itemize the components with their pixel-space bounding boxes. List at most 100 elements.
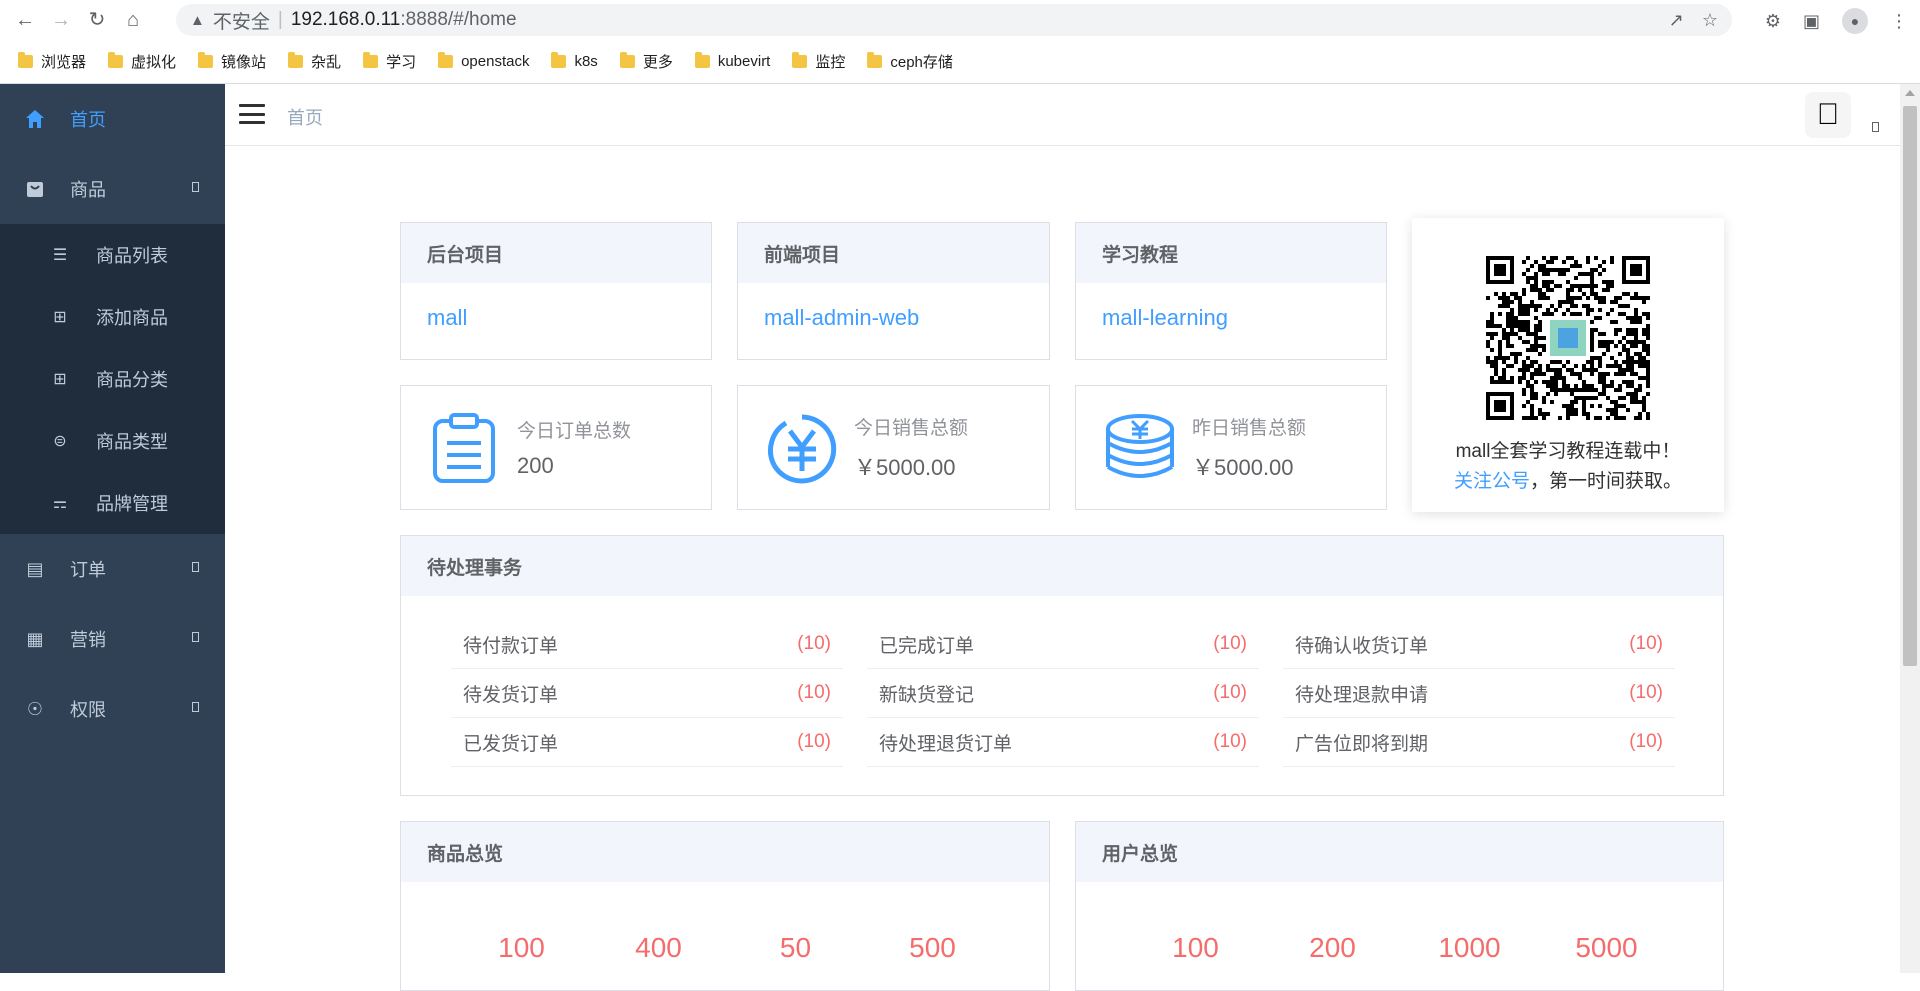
folder-icon xyxy=(198,52,214,68)
todo-count: (10) xyxy=(1629,633,1663,654)
overview-value: 5000 xyxy=(1575,932,1638,963)
project-link[interactable]: mall-learning xyxy=(1076,283,1386,331)
user-overview-card: 用户总览 100 200 1000 5000 xyxy=(1075,821,1724,991)
list-icon: ☰ xyxy=(52,247,68,264)
side-panel-icon[interactable]: ▣ xyxy=(1803,11,1820,32)
bookmark-item[interactable]: openstack xyxy=(438,52,529,70)
todo-item[interactable]: 待发货订单 (10) xyxy=(451,669,843,718)
warning-icon: ▲ xyxy=(190,11,205,29)
todo-label: 已完成订单 xyxy=(879,635,975,657)
qr-card: mall全套学习教程连载中！ 关注公号，第一时间获取。 xyxy=(1412,218,1724,512)
todo-label: 已发货订单 xyxy=(463,733,559,755)
follow-link[interactable]: 关注公号 xyxy=(1454,471,1530,492)
todo-list: 待付款订单 (10) 已完成订单 (10) 待确认收货订单 (10) 待发货订单 (10) 新缺… xyxy=(451,620,1675,767)
bookmark-item[interactable]: 杂乱 xyxy=(288,51,341,72)
apple-logo-icon[interactable]:  xyxy=(1805,92,1851,138)
back-icon[interactable]: ← xyxy=(14,9,36,31)
todo-item[interactable]: 待付款订单 (10) xyxy=(451,620,843,669)
bookmark-item[interactable]: 镜像站 xyxy=(198,51,266,72)
bookmark-icon: ▦ xyxy=(26,628,44,649)
insecure-label: 不安全 xyxy=(212,11,270,33)
todo-item[interactable]: 待处理退货订单 (10) xyxy=(867,718,1259,767)
sidebar-item-add-product[interactable]: ⊞ 添加商品 xyxy=(0,286,225,348)
sidebar-item-permission[interactable]: ☉ 权限 xyxy=(0,674,225,744)
hamburger-icon[interactable] xyxy=(239,104,265,124)
yuan-icon xyxy=(766,413,837,483)
todo-count: (10) xyxy=(1213,731,1247,752)
sidebar-item-product-type[interactable]: ⊜ 商品类型 xyxy=(0,410,225,472)
folder-icon xyxy=(619,52,635,68)
profile-icon[interactable]: ● xyxy=(1842,8,1868,34)
todo-item[interactable]: 已发货订单 (10) xyxy=(451,718,843,767)
chevron-icon xyxy=(192,702,199,712)
forward-icon[interactable]: → xyxy=(50,9,72,31)
sidebar-item-order[interactable]: ▤ 订单 xyxy=(0,534,225,604)
project-link[interactable]: mall xyxy=(401,283,711,331)
sidebar-item-label: 首页 xyxy=(70,110,106,130)
qr-subcaption: 关注公号，第一时间获取。 xyxy=(1412,466,1724,493)
sidebar-item-brand[interactable]: ⚎ 品牌管理 xyxy=(0,472,225,534)
stat-card-orders-today: 今日订单总数 200 xyxy=(400,385,712,510)
todo-count: (10) xyxy=(1213,682,1247,703)
reload-icon[interactable]: ↻ xyxy=(86,9,108,31)
bookmark-label: 监控 xyxy=(815,54,846,71)
bookmark-item[interactable]: 学习 xyxy=(363,51,416,72)
stat-card-sales-yesterday: 昨日销售总额 ￥5000.00 xyxy=(1075,385,1387,510)
sidebar-item-product-category[interactable]: ⊞ 商品分类 xyxy=(0,348,225,410)
overview-value: 100 xyxy=(1172,932,1219,963)
todo-item[interactable]: 已完成订单 (10) xyxy=(867,620,1259,669)
bookmark-item[interactable]: 监控 xyxy=(792,51,845,72)
bookmark-item[interactable]: kubevirt xyxy=(694,52,770,70)
star-icon[interactable]: ☆ xyxy=(1702,10,1718,31)
address-bar[interactable]: ▲ 不安全 | 192.168.0.11 :8888/#/home ↗ ☆ xyxy=(176,4,1732,36)
coins-icon xyxy=(1104,413,1174,483)
clipboard-icon xyxy=(429,412,499,483)
sidebar-item-marketing[interactable]: ▦ 营销 xyxy=(0,604,225,674)
bookmark-item[interactable]: 更多 xyxy=(619,51,673,72)
sidebar-item-product[interactable]: 商品 xyxy=(0,154,225,224)
stat-label: 今日订单总数 xyxy=(517,421,632,442)
sidebar-item-home[interactable]: 首页 xyxy=(0,84,225,154)
todo-label: 待处理退款申请 xyxy=(1295,684,1429,706)
scroll-up-icon[interactable] xyxy=(1905,90,1915,96)
more-icon[interactable]: ⋮ xyxy=(1890,11,1908,32)
project-link[interactable]: mall-admin-web xyxy=(738,283,1049,331)
url-host: 192.168.0.11 xyxy=(290,9,401,30)
breadcrumb[interactable]: 首页 xyxy=(287,104,323,130)
todo-card: 待处理事务 待付款订单 (10) 已完成订单 (10) 待确认收货订单 (10) 待发货订单… xyxy=(400,535,1724,796)
user-overview-values: 100 200 1000 5000 xyxy=(1076,932,1723,964)
overview-value: 400 xyxy=(635,932,682,963)
bookmark-label: 更多 xyxy=(642,54,673,71)
todo-item[interactable]: 待确认收货订单 (10) xyxy=(1283,620,1675,669)
stat-label: 昨日销售总额 xyxy=(1192,418,1307,439)
bookmark-label: 杂乱 xyxy=(311,54,342,71)
bookmark-item[interactable]: 浏览器 xyxy=(18,51,86,72)
bookmark-item[interactable]: k8s xyxy=(551,52,598,70)
folder-icon xyxy=(438,52,454,68)
todo-item[interactable]: 新缺货登记 (10) xyxy=(867,669,1259,718)
main-header: 首页  xyxy=(225,84,1900,146)
home-icon[interactable]: ⌂ xyxy=(122,9,144,31)
dropdown-icon[interactable] xyxy=(1872,122,1879,132)
todo-item[interactable]: 待处理退款申请 (10) xyxy=(1283,669,1675,718)
share-icon[interactable]: ↗ xyxy=(1669,10,1684,31)
todo-count: (10) xyxy=(1213,633,1247,654)
bookmark-item[interactable]: 虚拟化 xyxy=(108,51,176,72)
sidebar-item-label: 品牌管理 xyxy=(96,494,168,514)
address-separator: | xyxy=(277,9,283,30)
todo-count: (10) xyxy=(797,682,831,703)
stat-value: 200 xyxy=(517,453,554,478)
bookmark-item[interactable]: ceph存储 xyxy=(867,51,953,72)
extensions-icon[interactable]: ⚙ xyxy=(1765,11,1781,32)
sidebar-item-product-list[interactable]: ☰ 商品列表 xyxy=(0,224,225,286)
todo-item[interactable]: 广告位即将到期 (10) xyxy=(1283,718,1675,767)
overview-value: 1000 xyxy=(1438,932,1501,963)
card-title: 商品总览 xyxy=(401,822,1049,882)
product-submenu: ☰ 商品列表 ⊞ 添加商品 ⊞ 商品分类 ⊜ 商品类型 ⚎ 品牌管理 xyxy=(0,224,225,534)
grid-icon: ⊞ xyxy=(53,371,67,388)
scrollbar-thumb[interactable] xyxy=(1903,106,1917,666)
overview-value: 500 xyxy=(909,932,956,963)
page-scrollbar[interactable] xyxy=(1900,84,1920,973)
folder-icon xyxy=(108,52,124,68)
product-overview-card: 商品总览 100 400 50 500 xyxy=(400,821,1050,991)
